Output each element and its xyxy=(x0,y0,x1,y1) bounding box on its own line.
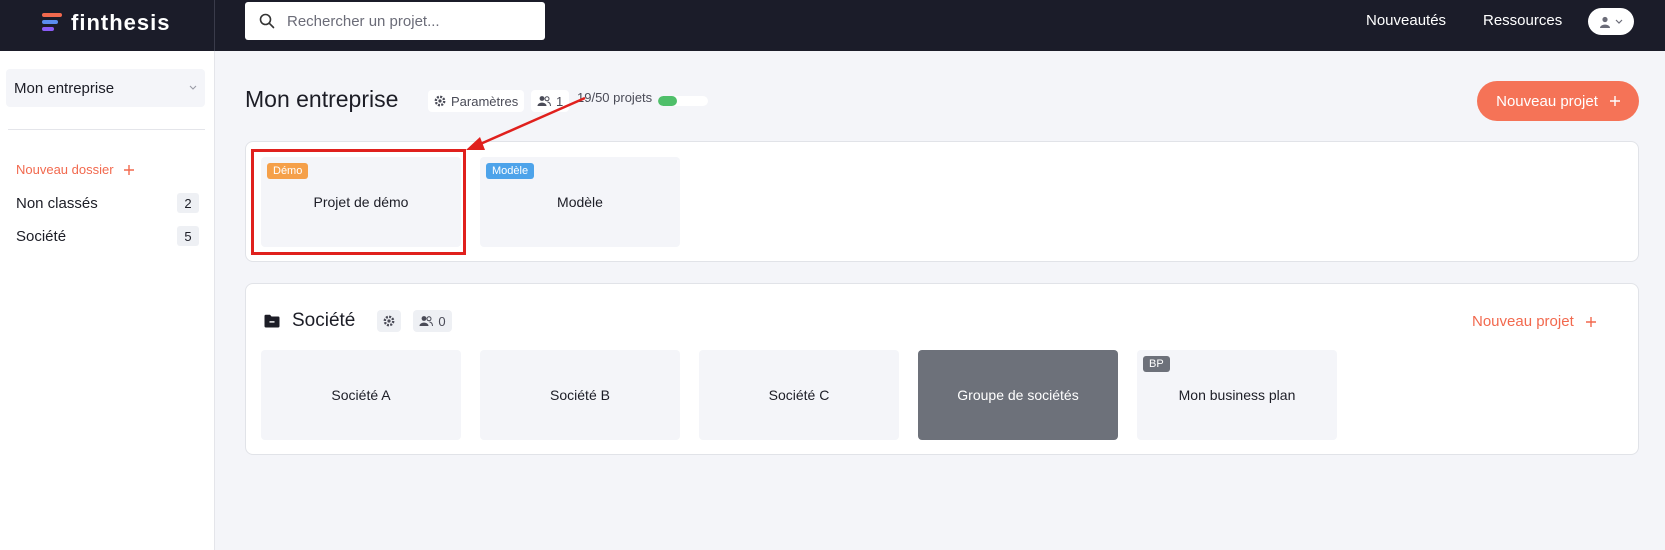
folder-members-count: 0 xyxy=(438,313,446,329)
search-icon xyxy=(259,13,275,29)
project-card-societe-c[interactable]: Société C xyxy=(699,350,899,440)
project-card-label: Société A xyxy=(331,387,391,403)
avatar-icon xyxy=(1600,16,1610,28)
project-card-label: Modèle xyxy=(557,194,603,210)
projects-section: Démo Projet de démo Modèle Modèle xyxy=(245,141,1639,262)
folder-title: Société xyxy=(292,310,356,331)
members-button[interactable]: 1 xyxy=(531,90,570,112)
users-icon xyxy=(419,316,434,327)
sidebar-item-label: Non classés xyxy=(16,194,98,212)
projects-usage-text: 19/50 projets xyxy=(577,90,653,105)
gear-icon xyxy=(434,95,446,107)
user-menu-button[interactable] xyxy=(1588,8,1634,35)
folder-new-project-label: Nouveau projet xyxy=(1472,313,1574,330)
annotation-arrow xyxy=(466,96,586,150)
folder-settings-button[interactable] xyxy=(377,310,402,332)
project-card-label: Société C xyxy=(768,387,830,403)
members-count: 1 xyxy=(556,93,564,109)
search-box[interactable] xyxy=(245,2,545,40)
new-project-button[interactable]: Nouveau projet xyxy=(1477,81,1639,121)
project-card-label: Projet de démo xyxy=(313,194,409,210)
logo-icon xyxy=(42,12,62,34)
project-card-societe-b[interactable]: Société B xyxy=(480,350,680,440)
progress-fill xyxy=(658,96,677,106)
project-card-label: Mon business plan xyxy=(1178,387,1296,403)
demo-tag: Démo xyxy=(267,163,309,179)
new-folder-button[interactable]: Nouveau dossier xyxy=(16,162,134,177)
folder-header: Société 0 xyxy=(264,310,452,332)
company-select[interactable]: Mon entreprise xyxy=(6,69,205,107)
folder-new-project-button[interactable]: Nouveau projet xyxy=(1472,313,1596,330)
logo-text: finthesis xyxy=(71,10,171,35)
users-icon xyxy=(537,96,551,107)
projects-progress-bar xyxy=(658,96,708,106)
plus-icon xyxy=(1609,96,1620,106)
projects-usage: 19/50 projets xyxy=(577,90,652,105)
top-navbar: finthesis Nouveautés Ressources xyxy=(0,0,1665,51)
project-card-modele[interactable]: Modèle Modèle xyxy=(480,157,680,247)
count-badge: 2 xyxy=(177,193,199,213)
plus-icon xyxy=(1585,316,1596,327)
sidebar-item-non-classes[interactable]: Non classés 2 xyxy=(16,193,199,213)
chevron-down-icon xyxy=(189,85,197,90)
sidebar-item-societe[interactable]: Société 5 xyxy=(16,226,199,246)
settings-label: Paramètres xyxy=(451,93,519,109)
project-card-business-plan[interactable]: BP Mon business plan xyxy=(1137,350,1337,440)
divider xyxy=(214,0,215,51)
chevron-down-icon xyxy=(1615,19,1623,24)
folder-section-societe: Société 0 Nouveau projet Société A Socié… xyxy=(245,283,1639,455)
project-card-societe-a[interactable]: Société A xyxy=(261,350,461,440)
count-badge: 5 xyxy=(177,226,199,246)
project-card-groupe[interactable]: Groupe de sociétés xyxy=(918,350,1118,440)
nav-link-resources[interactable]: Ressources xyxy=(1483,12,1562,29)
bp-tag: BP xyxy=(1143,356,1170,372)
search-input[interactable] xyxy=(287,12,527,30)
project-card-demo[interactable]: Démo Projet de démo xyxy=(261,157,461,247)
folder-icon xyxy=(264,314,280,328)
new-folder-label: Nouveau dossier xyxy=(16,162,114,177)
settings-button[interactable]: Paramètres xyxy=(428,90,525,112)
sidebar: Mon entreprise Nouveau dossier Non class… xyxy=(0,51,215,550)
divider xyxy=(8,129,205,130)
folder-members-button[interactable]: 0 xyxy=(413,310,452,332)
sidebar-item-label: Société xyxy=(16,227,67,245)
nav-link-news[interactable]: Nouveautés xyxy=(1366,12,1446,29)
project-card-label: Société B xyxy=(550,387,610,403)
logo[interactable]: finthesis xyxy=(42,10,170,36)
model-tag: Modèle xyxy=(486,163,535,179)
new-project-label: Nouveau projet xyxy=(1496,92,1598,110)
company-select-label: Mon entreprise xyxy=(14,79,115,97)
page-title: Mon entreprise xyxy=(245,86,399,112)
plus-icon xyxy=(123,164,134,175)
gear-icon xyxy=(383,315,395,327)
project-card-label: Groupe de sociétés xyxy=(957,387,1079,403)
